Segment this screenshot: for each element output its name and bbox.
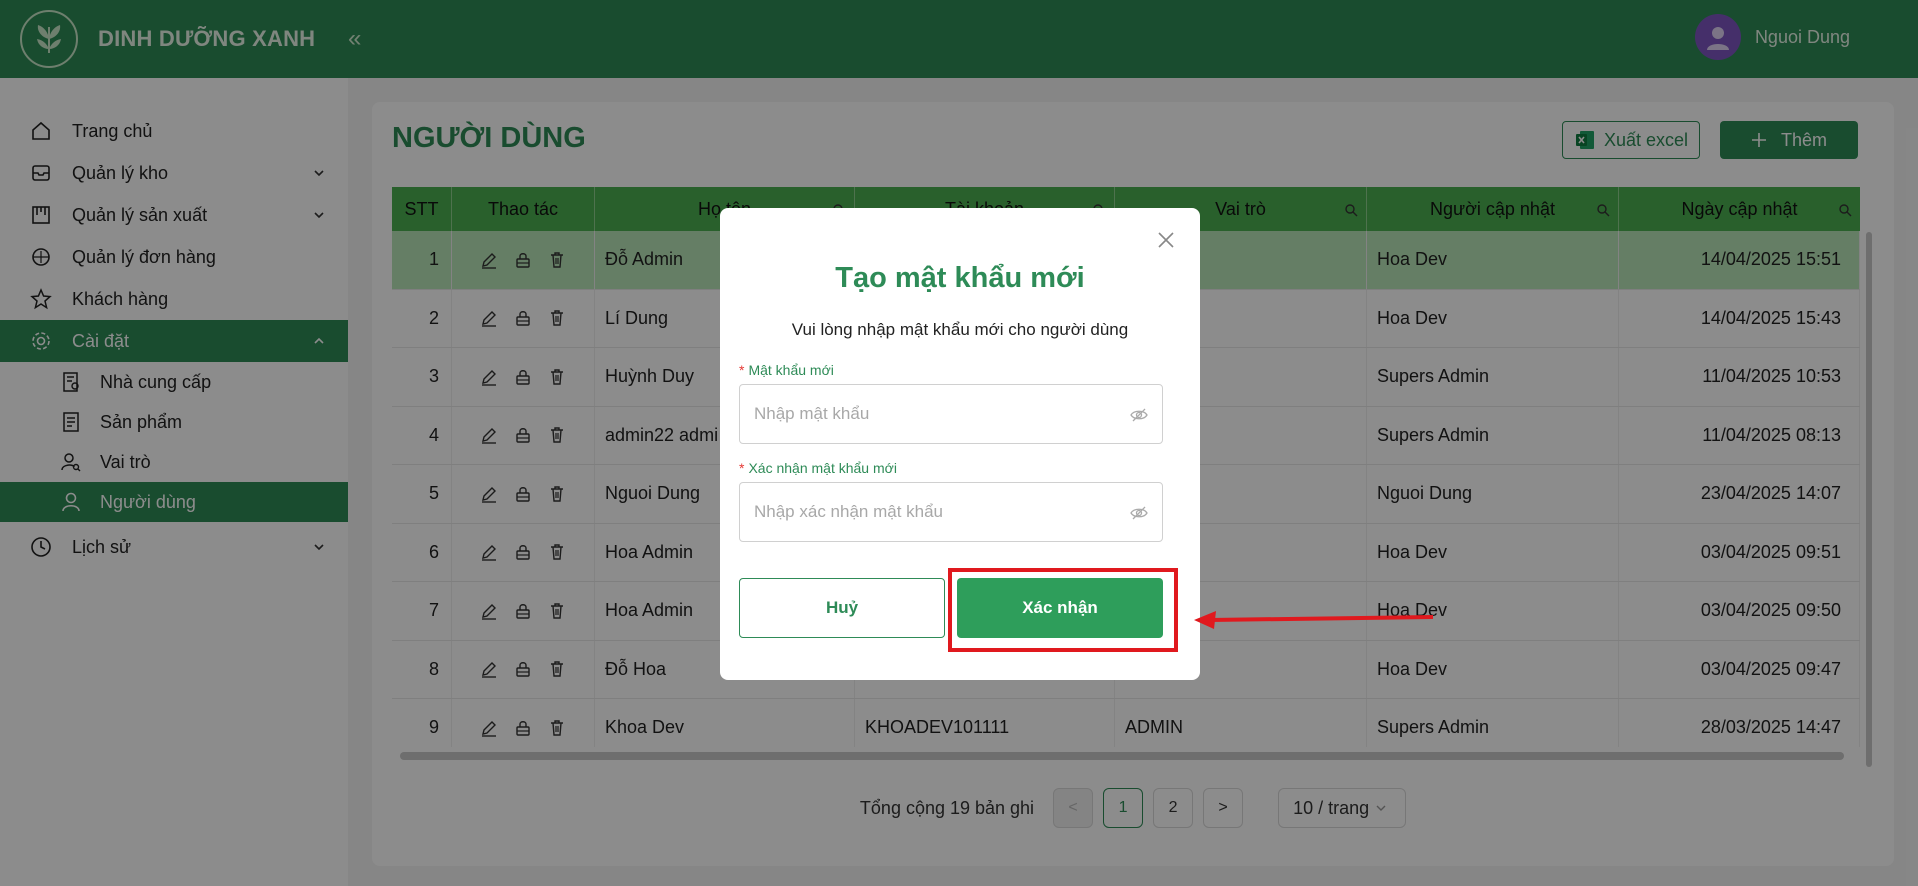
- new-password-field[interactable]: Nhập mật khẩu: [739, 384, 1163, 444]
- confirm-password-label: * Xác nhận mật khẩu mới: [739, 460, 897, 476]
- required-mark: *: [739, 362, 745, 378]
- field-placeholder: Nhập xác nhận mật khẩu: [754, 502, 944, 521]
- highlight-box: [948, 568, 1178, 652]
- modal-title: Tạo mật khẩu mới: [835, 262, 1085, 294]
- field-placeholder: Nhập mật khẩu: [754, 404, 870, 423]
- new-password-label: * Mật khẩu mới: [739, 362, 834, 378]
- field-label-text: Mật khẩu mới: [748, 362, 834, 378]
- modal-subtitle: Vui lòng nhập mật khẩu mới cho người dùn…: [791, 320, 1129, 339]
- confirm-password-field[interactable]: Nhập xác nhận mật khẩu: [739, 482, 1163, 542]
- eye-invisible-icon[interactable]: [1130, 504, 1148, 527]
- cancel-button[interactable]: Huỷ: [739, 578, 945, 638]
- required-mark: *: [739, 460, 745, 476]
- eye-invisible-icon[interactable]: [1130, 406, 1148, 429]
- red-arrow-icon: [1194, 611, 1434, 629]
- field-label-text: Xác nhận mật khẩu mới: [748, 460, 897, 476]
- close-icon[interactable]: [1154, 228, 1178, 252]
